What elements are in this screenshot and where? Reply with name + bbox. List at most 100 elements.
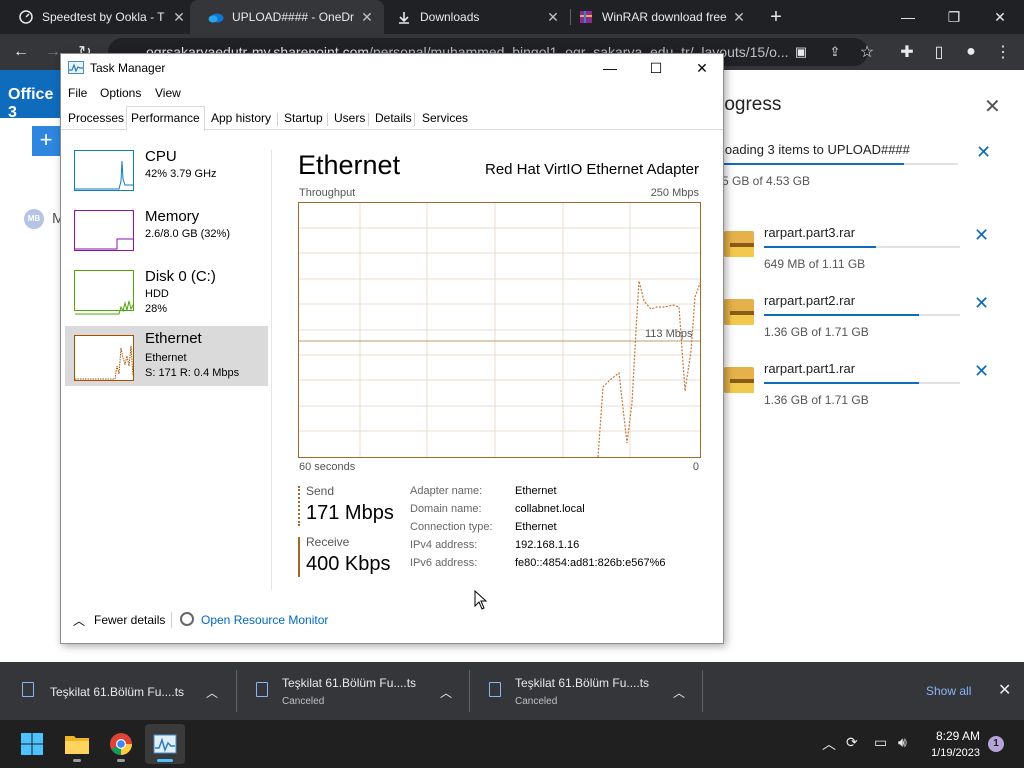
resource-disk[interactable]: Disk 0 (C:) HDD 28%: [65, 264, 268, 322]
close-panel-icon[interactable]: ✕: [984, 94, 1001, 119]
resource-type: Ethernet: [145, 352, 187, 364]
task-manager-taskbar-button[interactable]: [145, 724, 185, 764]
receive-value: 400 Kbps: [306, 553, 391, 575]
browser-minimize-button[interactable]: —: [884, 0, 932, 34]
tab-performance[interactable]: Performance: [126, 106, 205, 131]
summary-progress-bar: [722, 163, 958, 165]
menu-file[interactable]: File: [68, 86, 87, 100]
tab-label: Downloads: [420, 10, 480, 24]
tab-bar: Processes Performance App history Startu…: [61, 106, 723, 131]
show-all-button[interactable]: Show all: [926, 684, 971, 698]
minimize-button[interactable]: —: [587, 54, 633, 82]
side-panel-icon[interactable]: ▯: [926, 39, 952, 65]
browser-close-button[interactable]: ✕: [976, 0, 1024, 34]
office-app-bar[interactable]: Office 3: [0, 70, 60, 121]
tab-winrar[interactable]: WinRAR download free ✕: [560, 0, 756, 34]
resource-memory[interactable]: Memory 2.6/8.0 GB (32%): [65, 204, 268, 262]
menu-view[interactable]: View: [155, 86, 181, 100]
graph-grid: [299, 203, 700, 457]
tab-details[interactable]: Details: [371, 110, 416, 130]
bookmark-star-icon[interactable]: ☆: [854, 39, 880, 65]
close-button[interactable]: ✕: [679, 54, 725, 82]
resource-ethernet[interactable]: Ethernet Ethernet S: 171 R: 0.4 Mbps: [65, 326, 268, 386]
menu-options[interactable]: Options: [100, 86, 141, 100]
resource-monitor-icon[interactable]: [180, 612, 194, 626]
disk-thumbnail-graph: [74, 270, 134, 315]
camera-blocked-icon[interactable]: ▣: [788, 39, 814, 65]
back-arrow-icon[interactable]: ←: [8, 39, 34, 65]
download-item[interactable]: Teşkilat 61.Bölüm Fu....ts Canceled ︿: [489, 662, 699, 720]
clock-time[interactable]: 8:29 AM: [930, 729, 980, 743]
adapter-name-value: Ethernet: [515, 485, 557, 497]
download-status: Canceled: [282, 696, 325, 707]
chevron-up-icon[interactable]: ︿: [206, 684, 218, 701]
file-icon: [22, 682, 34, 697]
close-tab-icon[interactable]: ✕: [170, 9, 188, 26]
page-title: Ethernet: [298, 150, 401, 180]
resource-cpu[interactable]: CPU 42% 3.79 GHz: [65, 144, 268, 202]
tab-startup[interactable]: Startup: [280, 110, 327, 130]
progress-fill: [764, 246, 876, 248]
graph-time-label: 60 seconds: [299, 461, 356, 473]
ipv6-value: fe80::4854:ad81:826b:e567%6: [515, 557, 666, 569]
close-tab-icon[interactable]: ✕: [730, 9, 748, 26]
file-size: 1.36 GB of 1.71 GB: [764, 325, 869, 339]
memory-thumbnail-graph: [74, 210, 134, 251]
download-item[interactable]: Teşkilat 61.Bölüm Fu....ts Canceled ︿: [256, 662, 466, 720]
notification-badge[interactable]: 1: [988, 736, 1004, 752]
chevron-up-icon[interactable]: ︿: [73, 612, 85, 629]
start-button[interactable]: [12, 724, 52, 764]
tab-services[interactable]: Services: [418, 110, 472, 130]
adapter-description: Red Hat VirtIO Ethernet Adapter: [484, 161, 699, 178]
tab-downloads[interactable]: Downloads ✕: [378, 0, 570, 34]
open-resource-monitor-link[interactable]: Open Resource Monitor: [201, 613, 328, 627]
chevron-up-icon[interactable]: ︿: [822, 734, 836, 754]
close-tab-icon[interactable]: ✕: [358, 9, 376, 26]
shelf-divider: [469, 670, 470, 712]
volume-icon[interactable]: 🔊︎: [898, 734, 907, 751]
new-tab-button[interactable]: +: [754, 0, 798, 34]
tab-speedtest[interactable]: Speedtest by Ookla - T ✕: [0, 0, 196, 34]
download-filename: Teşkilat 61.Bölüm Fu....ts: [282, 676, 417, 690]
file-size: 649 MB of 1.11 GB: [764, 257, 866, 271]
tab-users[interactable]: Users: [330, 110, 369, 130]
chrome-menu-icon[interactable]: ⋮: [990, 39, 1016, 65]
adapter-name-key: Adapter name:: [410, 485, 483, 497]
clock-date[interactable]: 1/19/2023: [924, 747, 980, 759]
file-progress-bar: [764, 314, 960, 316]
share-icon[interactable]: ⇪: [822, 39, 848, 65]
browser-restore-button[interactable]: ❐: [930, 0, 978, 34]
close-shelf-icon[interactable]: ✕: [998, 680, 1011, 700]
extensions-icon[interactable]: ✚: [894, 39, 920, 65]
chrome-icon: [110, 733, 132, 755]
tab-app-history[interactable]: App history: [207, 110, 275, 130]
network-icon[interactable]: ▭: [874, 734, 887, 751]
download-item[interactable]: Teşkilat 61.Bölüm Fu....ts ︿: [22, 662, 232, 720]
chrome-button[interactable]: [101, 724, 141, 764]
file-explorer-button[interactable]: [57, 724, 97, 764]
chevron-up-icon[interactable]: ︿: [440, 684, 452, 701]
cancel-upload-icon[interactable]: ✕: [976, 142, 991, 163]
download-filename: Teşkilat 61.Bölüm Fu....ts: [50, 685, 185, 699]
cancel-file-icon[interactable]: ✕: [974, 225, 989, 246]
sync-icon[interactable]: ⟳: [846, 734, 858, 751]
receive-label: Receive: [306, 535, 350, 549]
tab-divider: [368, 113, 369, 126]
file-size: 1.36 GB of 1.71 GB: [764, 393, 869, 407]
progress-fill: [764, 382, 919, 384]
connection-type-key: Connection type:: [410, 521, 493, 533]
title-bar[interactable]: Task Manager — ☐ ✕: [61, 54, 723, 82]
cancel-file-icon[interactable]: ✕: [974, 361, 989, 382]
winrar-icon: [578, 9, 594, 25]
new-button[interactable]: +: [32, 126, 60, 156]
task-manager-window: Task Manager — ☐ ✕ File Options View Pro…: [60, 53, 724, 644]
fewer-details-link[interactable]: Fewer details: [94, 613, 165, 627]
chevron-up-icon[interactable]: ︿: [673, 684, 685, 701]
tab-onedrive[interactable]: UPLOAD#### - OneDr ✕: [190, 0, 384, 34]
maximize-button[interactable]: ☐: [633, 54, 679, 82]
profile-avatar-icon[interactable]: ●: [958, 39, 984, 65]
ethernet-thumbnail-graph: [74, 335, 134, 381]
taskbar: ︿ ⟳ ▭ 🔊︎ 8:29 AM 1/19/2023 1: [0, 720, 1024, 768]
tab-processes[interactable]: Processes: [64, 110, 128, 130]
cancel-file-icon[interactable]: ✕: [974, 293, 989, 314]
